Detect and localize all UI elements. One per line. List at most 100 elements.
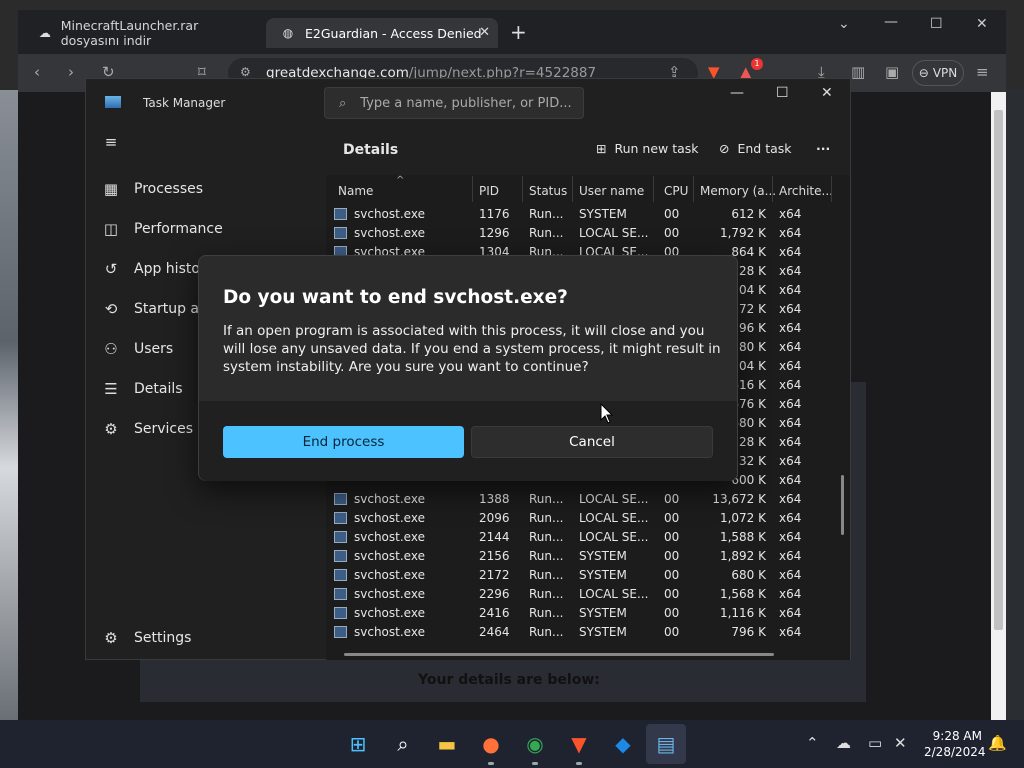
- cancel-button[interactable]: Cancel: [471, 426, 713, 458]
- run-task-icon: ⊞: [596, 141, 607, 156]
- firefox-icon[interactable]: ●: [477, 730, 505, 765]
- defender-shield-icon[interactable]: ◆: [609, 730, 637, 758]
- cell-user: SYSTEM: [579, 549, 627, 563]
- task-manager-taskbar-icon[interactable]: ▤: [646, 724, 686, 764]
- cell-user: SYSTEM: [579, 568, 627, 582]
- cell-architecture: x64: [779, 397, 802, 411]
- cell-pid: 2156: [479, 549, 510, 563]
- process-icon: [334, 588, 347, 600]
- maximize-button[interactable]: ☐: [776, 85, 789, 101]
- process-icon: [334, 208, 347, 220]
- onedrive-icon[interactable]: ☁: [836, 734, 851, 752]
- vpn-button[interactable]: ⊖ VPN: [912, 60, 964, 86]
- minimize-button[interactable]: —: [730, 85, 744, 101]
- table-row[interactable]: svchost.exe 2156 Run... SYSTEM 00 1,892 K x64: [326, 547, 850, 566]
- notification-badge: 1: [751, 58, 763, 70]
- cell-status: Run...: [529, 207, 564, 221]
- site-settings-icon[interactable]: ⚙: [240, 65, 251, 79]
- cell-status: Run...: [529, 226, 564, 240]
- globe-icon: ◍: [282, 26, 294, 40]
- sidebar-icon[interactable]: ▥: [851, 63, 865, 81]
- column-header-memory[interactable]: Memory (a...: [700, 184, 776, 198]
- column-header-cpu[interactable]: CPU: [664, 184, 688, 198]
- column-header-name[interactable]: Name: [338, 184, 373, 198]
- process-icon: [334, 550, 347, 562]
- cell-architecture: x64: [779, 321, 802, 335]
- new-tab-button[interactable]: +: [510, 20, 527, 44]
- date: 2/28/2024: [924, 745, 986, 759]
- cell-pid: 2096: [479, 511, 510, 525]
- search-input[interactable]: ⌕ Type a name, publisher, or PID...: [324, 87, 584, 119]
- cell-name: svchost.exe: [354, 568, 425, 582]
- forward-icon[interactable]: ›: [68, 63, 74, 81]
- chevron-down-icon[interactable]: ⌄: [838, 16, 850, 32]
- page-scrollbar[interactable]: [991, 92, 1006, 720]
- cell-user: LOCAL SE...: [579, 587, 649, 601]
- notification-bell-icon[interactable]: 🔔: [988, 734, 1007, 752]
- menu-icon[interactable]: ≡: [976, 63, 989, 81]
- table-row[interactable]: svchost.exe 2416 Run... SYSTEM 00 1,116 K x64: [326, 604, 850, 623]
- cell-name: svchost.exe: [354, 625, 425, 639]
- volume-muted-icon[interactable]: ✕: [894, 734, 907, 752]
- cell-pid: 1296: [479, 226, 510, 240]
- close-button[interactable]: ✕: [821, 85, 833, 101]
- tab-strip: ☁ MinecraftLauncher.rar dosyasını indir …: [18, 10, 1006, 54]
- sort-ascending-icon: ^: [396, 175, 405, 186]
- tab-download[interactable]: ☁ MinecraftLauncher.rar dosyasını indir: [24, 18, 260, 48]
- table-row[interactable]: svchost.exe 1176 Run... SYSTEM 00 612 K x64: [326, 205, 850, 224]
- back-icon[interactable]: ‹: [34, 63, 40, 81]
- table-row[interactable]: svchost.exe 2464 Run... SYSTEM 00 796 K x64: [326, 623, 850, 642]
- processes-icon: ▦: [103, 180, 119, 198]
- end-process-button[interactable]: End process: [223, 426, 464, 458]
- file-explorer-icon[interactable]: ▬: [433, 730, 461, 758]
- clock[interactable]: 9:28 AM 2/28/2024: [924, 728, 986, 760]
- column-header-status[interactable]: Status: [529, 184, 567, 198]
- search-taskbar-icon[interactable]: ⌕: [389, 730, 417, 758]
- show-hidden-icons-chevron-icon[interactable]: ⌃: [806, 734, 819, 752]
- sidebar-item-settings[interactable]: ⚙ Settings: [102, 621, 312, 655]
- table-row[interactable]: svchost.exe 2172 Run... SYSTEM 00 680 K x64: [326, 566, 850, 585]
- table-row[interactable]: svchost.exe 2096 Run... LOCAL SE... 00 1,072 …: [326, 509, 850, 528]
- vertical-scrollbar[interactable]: [841, 475, 844, 535]
- run-new-task-button[interactable]: ⊞ Run new task: [596, 141, 699, 156]
- cell-architecture: x64: [779, 264, 802, 278]
- sidebar-item-performance[interactable]: ◫ Performance: [102, 212, 312, 246]
- cell-cpu: 00: [664, 207, 680, 221]
- scrollbar-thumb[interactable]: [994, 110, 1003, 630]
- column-header-architecture[interactable]: Archite...: [779, 184, 833, 198]
- close-window-button[interactable]: ✕: [976, 16, 988, 32]
- brave-icon[interactable]: ▼: [565, 730, 593, 765]
- table-row[interactable]: svchost.exe 1296 Run... LOCAL SE... 00 1,792 …: [326, 224, 850, 243]
- wallet-icon[interactable]: ▣: [885, 63, 899, 81]
- hamburger-menu-button[interactable]: ≡: [102, 125, 312, 159]
- minimize-button[interactable]: —: [884, 14, 898, 30]
- cell-user: SYSTEM: [579, 207, 627, 221]
- cell-cpu: 00: [664, 549, 680, 563]
- search-icon: ⌕: [339, 95, 347, 111]
- column-header-pid[interactable]: PID: [479, 184, 499, 198]
- table-row[interactable]: svchost.exe 2144 Run... LOCAL SE... 00 1,588 …: [326, 528, 850, 547]
- process-icon: [334, 512, 347, 524]
- cell-cpu: 00: [664, 568, 680, 582]
- dialog-message: If an open program is associated with th…: [223, 323, 721, 375]
- more-options-button[interactable]: ···: [816, 141, 830, 156]
- chrome-icon[interactable]: ◉: [521, 730, 549, 765]
- maximize-button[interactable]: ☐: [930, 16, 943, 32]
- tab-access-denied[interactable]: ◍ E2Guardian - Access Denied ✕: [266, 18, 498, 48]
- tab-title: E2Guardian - Access Denied: [305, 25, 482, 41]
- start-button-icon[interactable]: ⊞: [344, 730, 372, 758]
- cell-user: SYSTEM: [579, 606, 627, 620]
- end-task-button[interactable]: ⊘ End task: [719, 141, 792, 156]
- horizontal-scrollbar[interactable]: [344, 653, 774, 656]
- column-header-user[interactable]: User name: [579, 184, 644, 198]
- cell-name: svchost.exe: [354, 549, 425, 563]
- table-row[interactable]: svchost.exe 1388 Run... LOCAL SE... 00 13,672…: [326, 490, 850, 509]
- table-row[interactable]: svchost.exe 2296 Run... LOCAL SE... 00 1,568 …: [326, 585, 850, 604]
- cell-status: Run...: [529, 568, 564, 582]
- process-icon: [334, 227, 347, 239]
- close-tab-icon[interactable]: ✕: [479, 25, 490, 40]
- cell-architecture: x64: [779, 226, 802, 240]
- history-icon: ↺: [104, 260, 118, 278]
- network-icon[interactable]: ▭: [868, 734, 882, 752]
- sidebar-item-processes[interactable]: ▦ Processes: [102, 172, 312, 206]
